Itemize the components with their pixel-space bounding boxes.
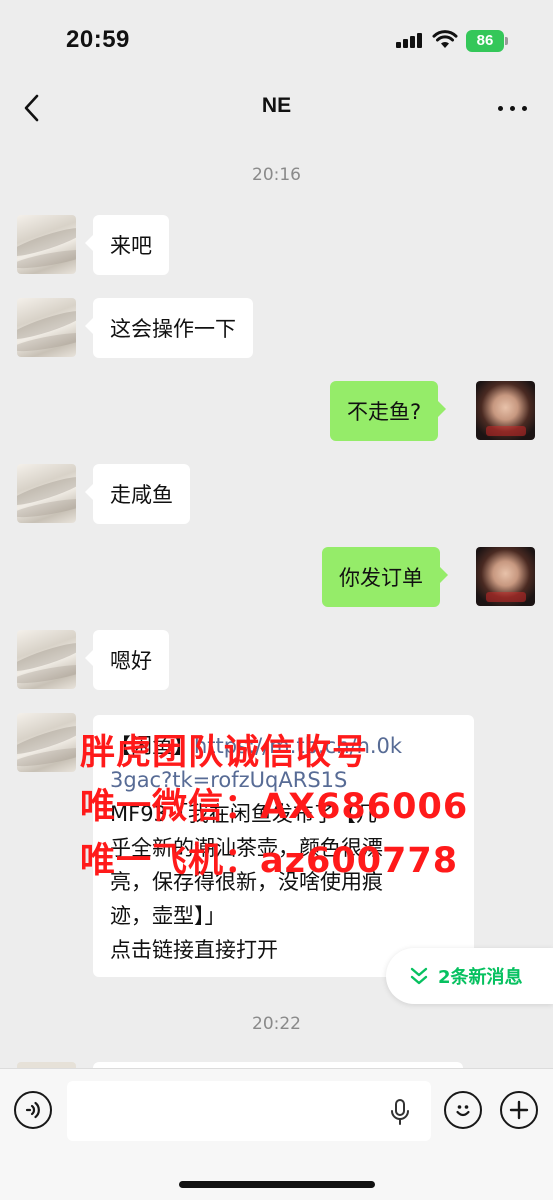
message-text: 不走鱼? [347,400,422,424]
message-bubble-incoming[interactable]: 这会操作一下 [85,298,253,358]
status-bar: 20:59 86 [0,0,553,80]
message-text: 迹，壶型】」 [110,904,226,928]
more-icon[interactable] [496,104,530,114]
self-avatar[interactable] [476,381,535,440]
message-bubble-incoming[interactable]: 来吧 [85,215,169,275]
message-text: 这会操作一下 [110,317,236,341]
status-time: 20:59 [66,26,130,53]
message-bubble-outgoing[interactable]: 你发订单 [322,547,448,607]
battery-level: 86 [466,30,504,52]
contact-avatar[interactable] [17,713,76,772]
new-messages-label: 2条新消息 [438,967,523,988]
emoji-icon[interactable] [444,1091,482,1129]
timestamp: 20:22 [252,1014,301,1034]
message-input[interactable] [67,1081,431,1141]
plus-icon[interactable] [500,1091,538,1129]
wifi-icon [432,30,458,48]
battery-icon: 86 [466,30,508,52]
message-bubble-incoming[interactable]: 嗯好 [85,630,169,690]
mic-icon[interactable] [389,1098,411,1126]
signal-icon [396,32,424,48]
watermark-line: 胖虎团队诚信收号 [80,733,369,773]
message-bubble-outgoing[interactable]: 不走鱼? [330,381,447,441]
chat-header: NE [0,78,553,138]
home-indicator [179,1181,375,1188]
self-avatar[interactable] [476,547,535,606]
contact-avatar[interactable] [17,215,76,274]
watermark-line: 唯一飞机：az600778 [80,841,459,881]
chat-title: NE [261,94,292,117]
message-text: 你发订单 [339,566,423,590]
contact-avatar[interactable] [17,298,76,357]
message-text: 走咸鱼 [110,483,173,507]
chevron-down-icon [410,967,428,985]
message-text: 嗯好 [110,649,152,673]
watermark-line: 唯一微信：AX686006 [80,787,469,827]
contact-avatar[interactable] [17,630,76,689]
timestamp: 20:16 [252,165,301,185]
contact-avatar[interactable] [17,464,76,523]
message-bubble-incoming[interactable]: 走咸鱼 [85,464,190,524]
new-messages-button[interactable]: 2条新消息 [386,948,553,1004]
voice-icon[interactable] [14,1091,52,1129]
message-text: 来吧 [110,234,152,258]
